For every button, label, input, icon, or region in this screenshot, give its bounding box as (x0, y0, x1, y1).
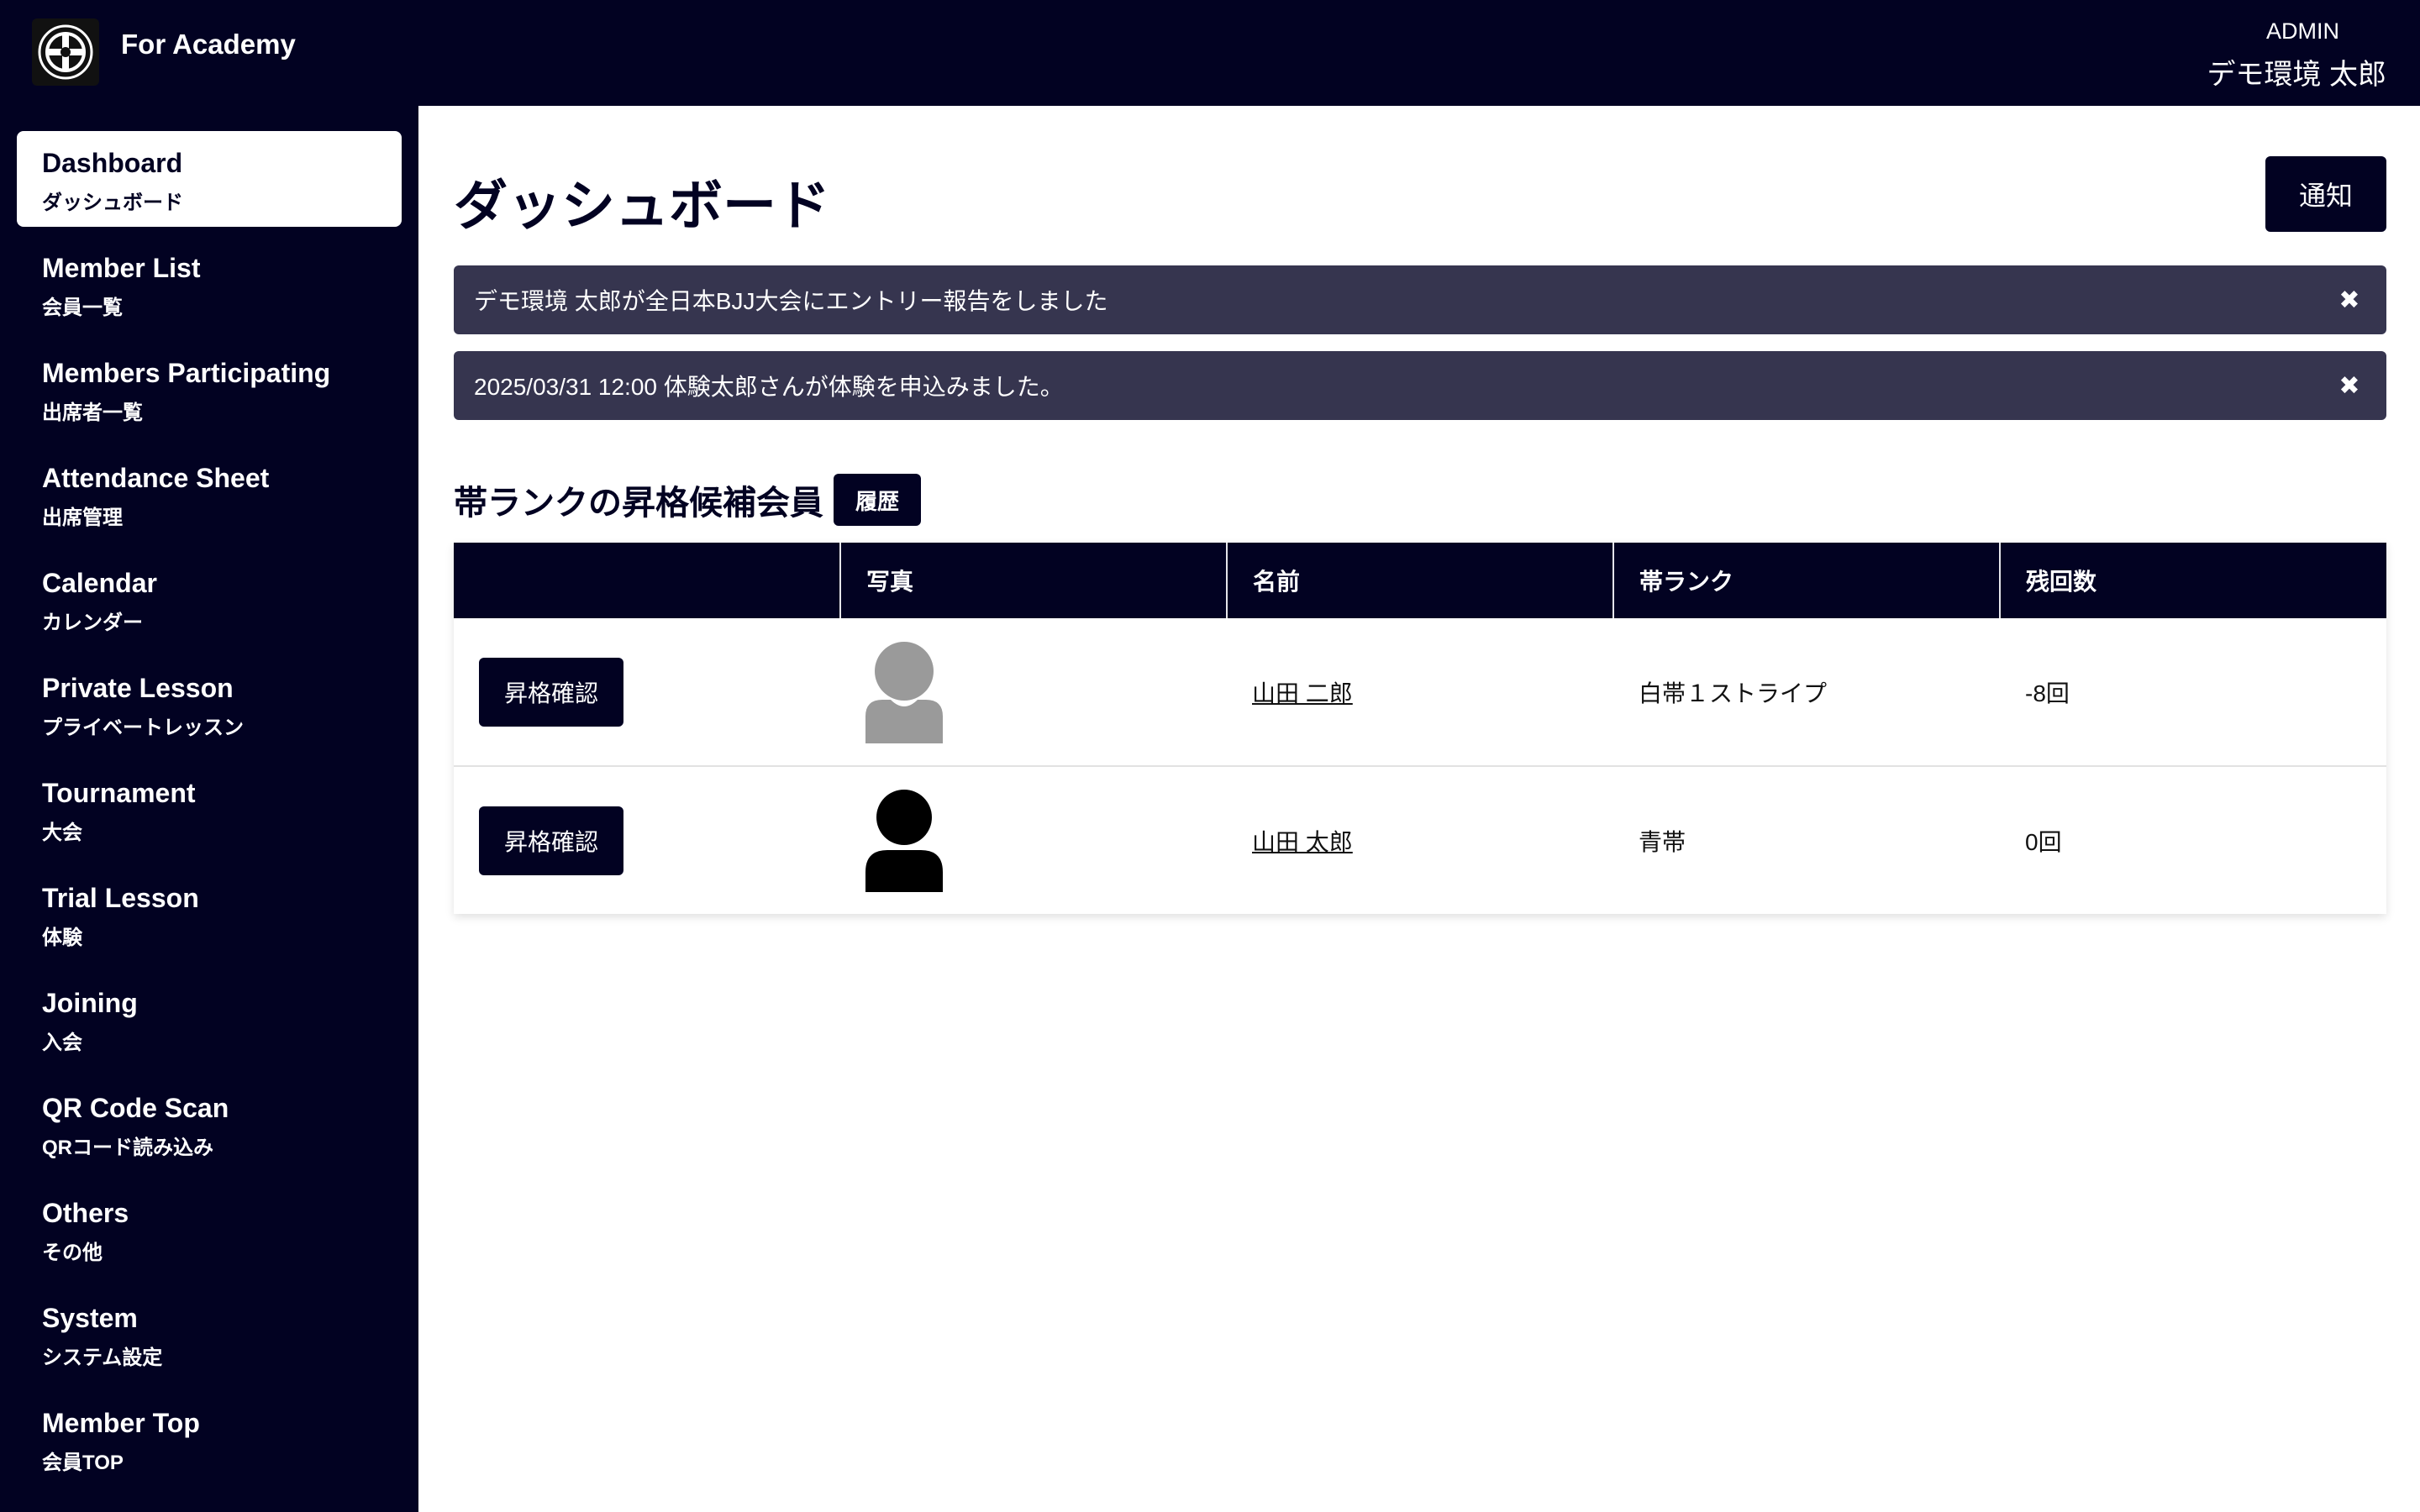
brand-title[interactable]: デモ環境 For Academy (113, 29, 672, 182)
sidebar-item-label: Joining (42, 988, 138, 1018)
belt-rank-cell: 白帯１ストライプ (1613, 618, 2000, 767)
sidebar-item-sublabel: 会員一覧 (42, 297, 123, 319)
remaining-count-cell: 0回 (2025, 828, 2062, 855)
sidebar: Dashboard ダッシュボード Member List 会員一覧 Membe… (0, 106, 418, 1512)
sidebar-item-sublabel: 出席者一覧 (42, 402, 143, 424)
sidebar-item-label: Tournament (42, 778, 196, 808)
promotion-candidates-table: 写真 名前 帯ランク 残回数 昇格確認 山田 二郎 白帯１ストライプ -8回 昇… (454, 543, 2386, 914)
sidebar-item-member-top[interactable]: Member Top 会員TOP (17, 1391, 402, 1487)
user-silhouette-icon (865, 641, 1202, 743)
sidebar-item-label: Trial Lesson (42, 883, 199, 913)
sidebar-item-sublabel: 会員TOP (42, 1452, 124, 1474)
sidebar-item-sublabel: 体験 (42, 927, 82, 949)
table-header-row: 写真 名前 帯ランク 残回数 (454, 543, 2386, 618)
sidebar-item-private-lesson[interactable]: Private Lesson プライベートレッスン (17, 656, 402, 752)
sidebar-item-label: Member Top (42, 1408, 200, 1438)
sidebar-item-sublabel: 入会 (42, 1032, 82, 1054)
member-name-link[interactable]: 山田 二郎 (1252, 680, 1353, 706)
sidebar-item-sublabel: その他 (42, 1242, 103, 1264)
sidebar-item-attendance-sheet[interactable]: Attendance Sheet 出席管理 (17, 446, 402, 542)
alert-message: 2025/03/31 12:00 体験太郎さんが体験を申込みました。 (474, 374, 1064, 400)
sidebar-item-label: Dashboard (42, 148, 183, 178)
sidebar-item-label: Others (42, 1198, 129, 1228)
user-role: ADMIN (2266, 18, 2339, 44)
action-cell: 昇格確認 (454, 618, 840, 767)
column-header-photo: 写真 (840, 543, 1228, 618)
sidebar-item-label: Member List (42, 253, 201, 283)
sidebar-item-qr-code-scan[interactable]: QR Code Scan QRコード読み込み (17, 1076, 402, 1172)
notification-button[interactable]: 通知 (2265, 156, 2386, 232)
user-silhouette-icon (865, 789, 1202, 892)
sidebar-item-member-list[interactable]: Member List 会員一覧 (17, 236, 402, 332)
sidebar-item-dashboard[interactable]: Dashboard ダッシュボード (17, 131, 402, 227)
column-header-action (454, 543, 841, 618)
sidebar-item-system[interactable]: System システム設定 (17, 1286, 402, 1382)
sidebar-item-joining[interactable]: Joining 入会 (17, 971, 402, 1067)
sidebar-item-sublabel: システム設定 (42, 1347, 163, 1369)
photo-cell (840, 618, 1227, 767)
column-header-name: 名前 (1227, 543, 1614, 618)
sidebar-item-sublabel: QRコード読み込み (42, 1137, 213, 1159)
top-bar: デモ環境 For Academy ADMIN デモ環境 太郎 (0, 0, 2420, 182)
notification-alert: デモ環境 太郎が全日本BJJ大会にエントリー報告をしました ✖ (454, 265, 2386, 334)
promotion-confirm-button[interactable]: 昇格確認 (479, 806, 623, 875)
academy-logo-icon[interactable] (32, 18, 99, 86)
close-icon[interactable]: ✖ (2333, 371, 2366, 401)
sidebar-item-sublabel: 大会 (42, 822, 82, 844)
sidebar-item-sublabel: カレンダー (42, 612, 143, 634)
sidebar-item-trial-lesson[interactable]: Trial Lesson 体験 (17, 866, 402, 962)
remaining-count-cell: -8回 (2000, 618, 2386, 767)
sidebar-item-sublabel: プライベートレッスン (42, 717, 244, 739)
sidebar-item-tournament[interactable]: Tournament 大会 (17, 761, 402, 857)
sidebar-item-calendar[interactable]: Calendar カレンダー (17, 551, 402, 647)
sidebar-item-label: QR Code Scan (42, 1093, 229, 1123)
sidebar-item-sublabel: ダッシュボード (42, 192, 183, 214)
sidebar-item-members-participating[interactable]: Members Participating 出席者一覧 (17, 341, 402, 437)
table-row: 昇格確認 山田 太郎 青帯 0回 (454, 766, 2386, 914)
page-title: ダッシュボード (454, 176, 830, 236)
name-cell: 山田 太郎 (1227, 766, 1613, 914)
history-button[interactable]: 履歴 (834, 474, 921, 526)
main-content: ダッシュボード 通知 デモ環境 太郎が全日本BJJ大会にエントリー報告をしました… (418, 106, 2420, 1512)
brand-subtitle: For Academy (121, 29, 296, 60)
member-name-link[interactable]: 山田 太郎 (1252, 829, 1353, 855)
name-cell: 山田 二郎 (1227, 618, 1613, 767)
sidebar-item-sublabel: 出席管理 (42, 507, 123, 529)
close-icon[interactable]: ✖ (2333, 286, 2366, 315)
sidebar-item-label: Calendar (42, 568, 157, 598)
user-menu[interactable]: ADMIN デモ環境 太郎 (2207, 18, 2386, 92)
alert-message: デモ環境 太郎が全日本BJJ大会にエントリー報告をしました (474, 288, 1108, 314)
promotion-confirm-button[interactable]: 昇格確認 (479, 657, 623, 727)
belt-rank-cell: 青帯 (1639, 828, 1686, 855)
action-cell: 昇格確認 (454, 766, 840, 914)
column-header-belt-rank: 帯ランク (1613, 543, 2001, 618)
photo-cell (840, 766, 1227, 914)
section-title: 帯ランクの昇格候補会員 (454, 485, 823, 522)
table-row: 昇格確認 山田 二郎 白帯１ストライプ -8回 (454, 618, 2386, 767)
sidebar-item-label: Attendance Sheet (42, 463, 270, 493)
sidebar-item-label: Members Participating (42, 358, 331, 388)
sidebar-item-others[interactable]: Others その他 (17, 1181, 402, 1277)
user-name: デモ環境 太郎 (2207, 59, 2386, 91)
column-header-remaining: 残回数 (2000, 543, 2386, 618)
notification-alert: 2025/03/31 12:00 体験太郎さんが体験を申込みました。 ✖ (454, 351, 2386, 420)
sidebar-item-label: System (42, 1303, 138, 1333)
sidebar-item-label: Private Lesson (42, 673, 234, 703)
